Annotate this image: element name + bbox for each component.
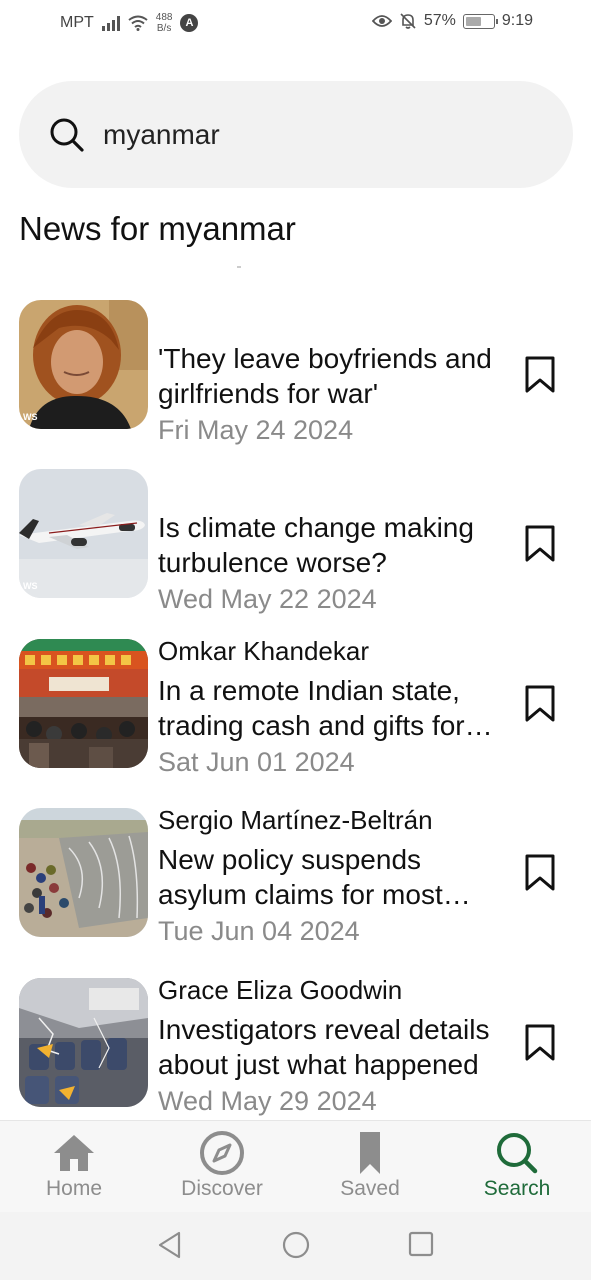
battery-icon bbox=[462, 13, 498, 29]
carrier-label: MPT bbox=[60, 14, 94, 31]
article-author: Grace Eliza Goodwin bbox=[158, 975, 403, 1005]
source-mark: WS bbox=[23, 412, 38, 422]
article-list[interactable]: WS 'They leave boyfriends and girlfriend… bbox=[0, 290, 591, 1120]
search-icon[interactable] bbox=[49, 117, 85, 153]
nav-label-search: Search bbox=[483, 1177, 551, 1200]
article-headline[interactable]: Investigators reveal details about just … bbox=[158, 1012, 493, 1082]
article-headline[interactable]: New policy suspends asylum claims for mo… bbox=[158, 842, 493, 912]
article-date: Fri May 24 2024 bbox=[158, 415, 354, 445]
bell-off-icon bbox=[400, 13, 416, 29]
article-author: Omkar Khandekar bbox=[158, 636, 369, 666]
eye-icon bbox=[371, 15, 392, 27]
nav-item-home[interactable]: Home bbox=[0, 1121, 148, 1213]
page-title: News for myanmar bbox=[19, 210, 296, 247]
nav-label-home: Home bbox=[45, 1177, 103, 1200]
bookmark-icon[interactable] bbox=[359, 1131, 381, 1175]
search-input[interactable] bbox=[103, 118, 523, 151]
battery-percent: 57% bbox=[423, 12, 456, 29]
article-thumbnail[interactable] bbox=[19, 808, 148, 937]
list-item[interactable]: Grace Eliza Goodwin Investigators reveal… bbox=[0, 975, 591, 1120]
bookmark-icon[interactable] bbox=[524, 854, 556, 892]
compass-icon[interactable] bbox=[199, 1130, 245, 1176]
list-item[interactable]: WS 'They leave boyfriends and girlfriend… bbox=[0, 300, 591, 450]
bookmark-icon[interactable] bbox=[524, 685, 556, 723]
source-mark: WS bbox=[23, 581, 38, 591]
home-button-icon[interactable] bbox=[282, 1231, 310, 1259]
list-item[interactable]: WS Is climate change making turbulence w… bbox=[0, 469, 591, 619]
bookmark-icon[interactable] bbox=[524, 356, 556, 394]
list-item[interactable]: Sergio Martínez-Beltrán New policy suspe… bbox=[0, 805, 591, 958]
list-item[interactable]: Omkar Khandekar In a remote Indian state… bbox=[0, 636, 591, 789]
status-bar: MPT 488 B/s A 57% 9:19 bbox=[0, 0, 591, 46]
article-thumbnail[interactable] bbox=[19, 978, 148, 1107]
article-headline[interactable]: Is climate change making turbulence wors… bbox=[158, 510, 493, 580]
nav-item-discover[interactable]: Discover bbox=[148, 1121, 296, 1213]
bottom-navigation: Home Discover Saved Search bbox=[0, 1120, 591, 1212]
article-headline[interactable]: In a remote Indian state, trading cash a… bbox=[158, 673, 493, 743]
bookmark-icon[interactable] bbox=[524, 1024, 556, 1062]
article-date: Wed May 29 2024 bbox=[158, 1086, 377, 1116]
article-thumbnail[interactable] bbox=[19, 639, 148, 768]
article-headline[interactable]: 'They leave boyfriends and girlfriends f… bbox=[158, 341, 493, 411]
article-date: Tue Jun 04 2024 bbox=[158, 916, 360, 946]
recents-icon[interactable] bbox=[408, 1231, 434, 1257]
back-icon[interactable] bbox=[157, 1231, 183, 1259]
signal-icon bbox=[101, 15, 120, 31]
search-icon[interactable] bbox=[495, 1131, 539, 1175]
article-thumbnail[interactable]: WS bbox=[19, 300, 148, 429]
search-bar[interactable] bbox=[19, 81, 573, 188]
wifi-icon bbox=[128, 15, 148, 31]
article-thumbnail[interactable]: WS bbox=[19, 469, 148, 598]
article-author: Sergio Martínez-Beltrán bbox=[158, 805, 433, 835]
article-date: Sat Jun 01 2024 bbox=[158, 747, 355, 777]
clock: 9:19 bbox=[501, 12, 533, 29]
divider bbox=[237, 266, 241, 268]
bookmark-icon[interactable] bbox=[524, 525, 556, 563]
home-icon[interactable] bbox=[52, 1133, 96, 1173]
system-navigation-bar bbox=[0, 1212, 591, 1280]
network-speed: 488 B/s bbox=[155, 12, 173, 34]
article-date: Wed May 22 2024 bbox=[158, 584, 377, 614]
nav-label-discover: Discover bbox=[181, 1177, 263, 1200]
nav-label-saved: Saved bbox=[340, 1177, 400, 1200]
nav-item-search[interactable]: Search bbox=[443, 1121, 591, 1213]
navigation-badge-icon: A bbox=[180, 14, 199, 32]
nav-item-saved[interactable]: Saved bbox=[296, 1121, 444, 1213]
